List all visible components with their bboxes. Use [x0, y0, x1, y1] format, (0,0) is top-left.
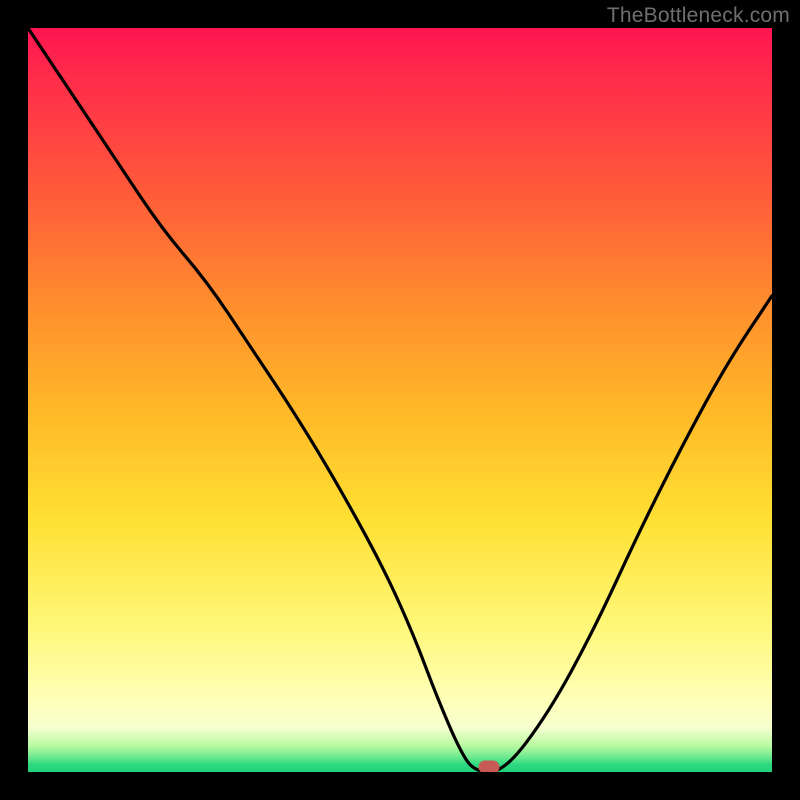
- watermark-text: TheBottleneck.com: [607, 4, 790, 28]
- optimal-point-marker: [479, 761, 500, 773]
- curve-path: [28, 28, 772, 772]
- plot-area: [28, 28, 772, 772]
- chart-frame: TheBottleneck.com: [0, 0, 800, 800]
- bottleneck-curve: [28, 28, 772, 772]
